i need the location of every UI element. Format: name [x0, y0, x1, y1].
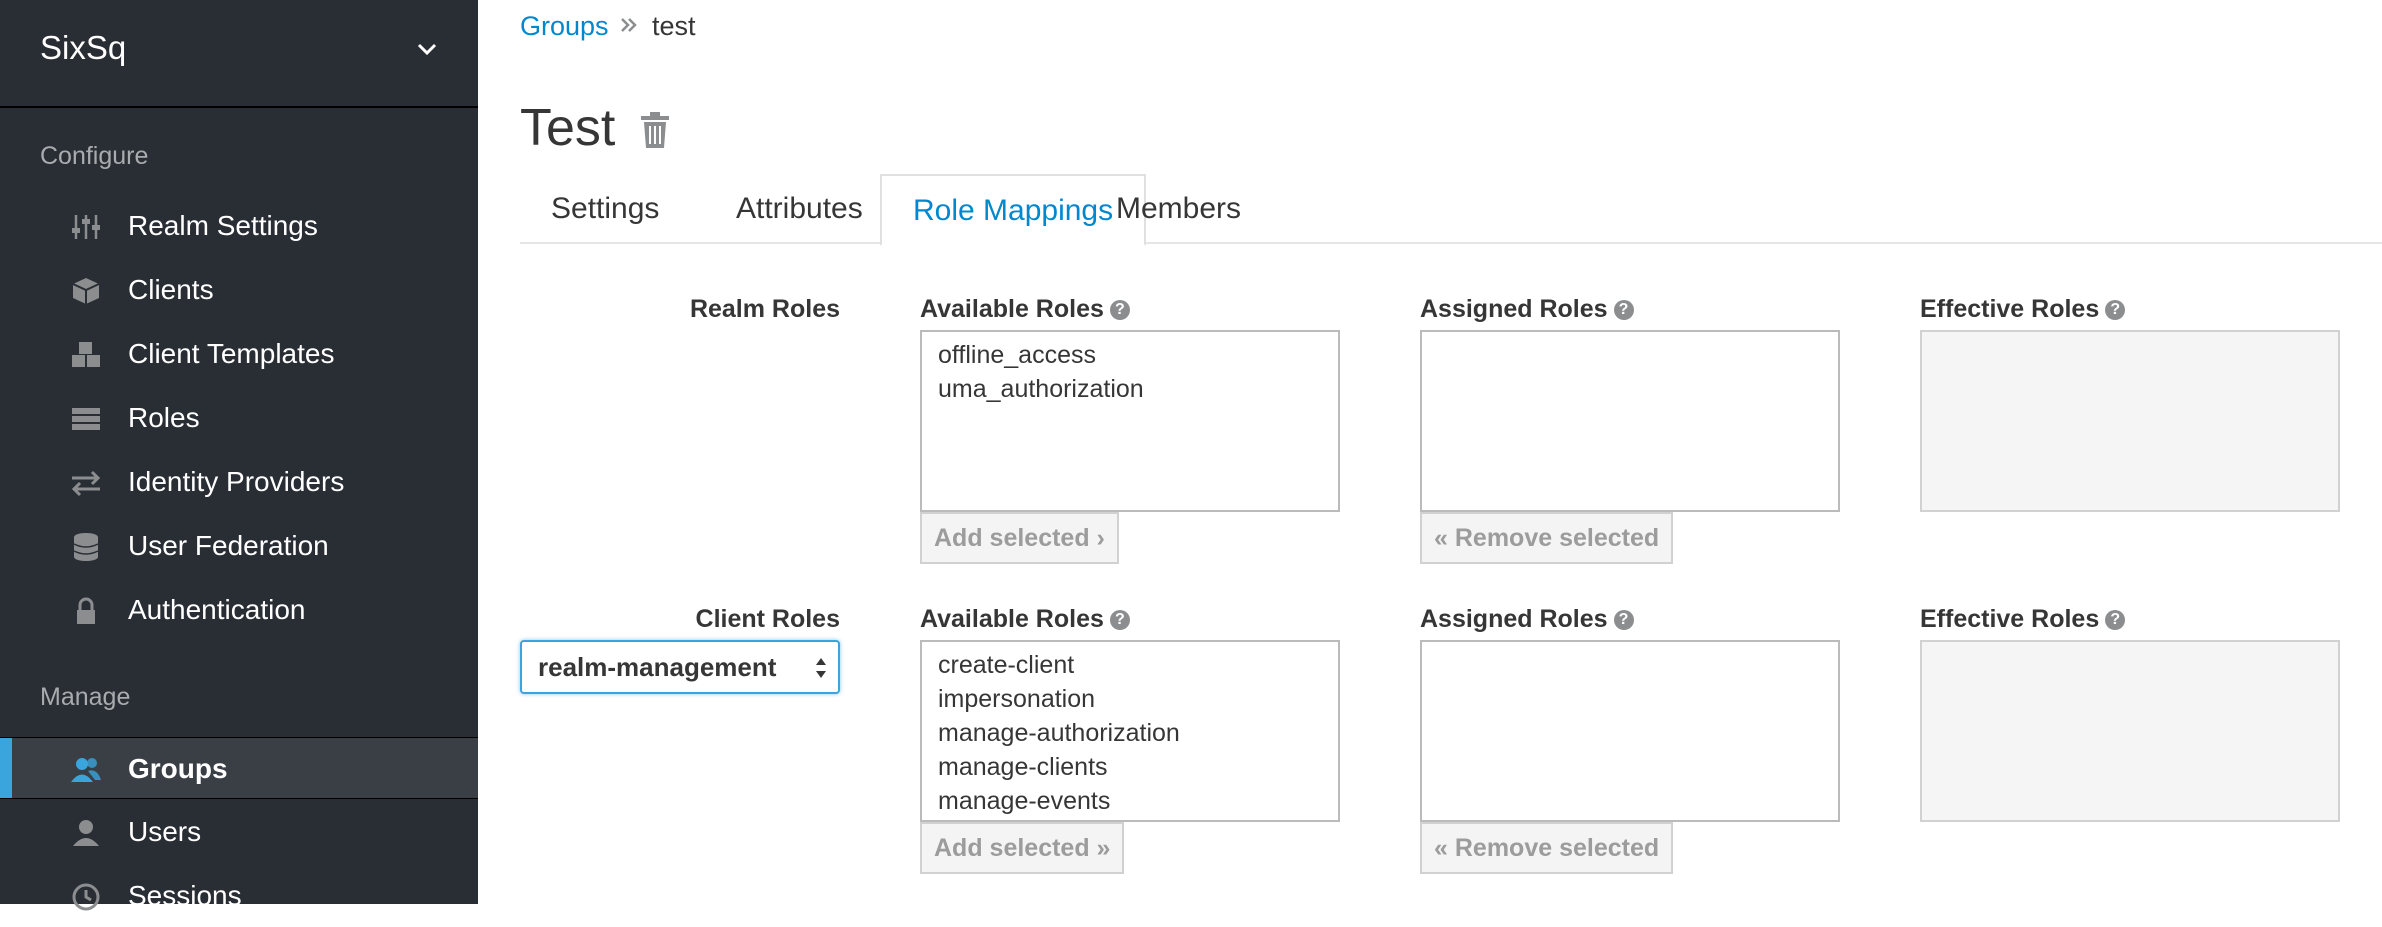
sidebar-item-label: Clients: [128, 274, 214, 305]
button-label: Remove selected: [1454, 524, 1660, 552]
sidebar-item-client-templates[interactable]: Client Templates: [0, 323, 478, 385]
realm-available-roles-list[interactable]: offline_access uma_authorization: [920, 330, 1340, 512]
client-available-roles-list[interactable]: create-client impersonation manage-autho…: [920, 640, 1340, 822]
tab-attributes[interactable]: Attributes: [705, 174, 894, 244]
button-label: Add selected: [934, 834, 1090, 862]
select-arrows-icon: [816, 658, 826, 678]
sidebar-item-label: Roles: [128, 402, 200, 433]
tab-members[interactable]: Members: [1085, 174, 1272, 244]
exchange-icon: [71, 470, 101, 497]
list-item[interactable]: create-client: [938, 648, 1322, 682]
main-content: Groups test Test Settings Attributes Rol…: [478, 0, 2382, 904]
sidebar-item-identity-providers[interactable]: Identity Providers: [0, 451, 478, 513]
list-icon: [72, 408, 100, 430]
sidebar-item-roles[interactable]: Roles: [0, 387, 478, 449]
lock-icon: [77, 597, 95, 624]
clock-icon: [72, 883, 100, 911]
user-icon: [73, 820, 99, 846]
double-chevron-right-icon: [621, 18, 637, 32]
realm-remove-selected-button[interactable]: « Remove selected: [1420, 512, 1674, 564]
help-icon[interactable]: ?: [2105, 610, 2126, 631]
heading-text: Effective Roles: [1920, 295, 2100, 323]
sidebar-item-label: Realm Settings: [128, 210, 318, 241]
list-item[interactable]: manage-events: [938, 784, 1322, 818]
heading-text: Assigned Roles: [1420, 605, 1608, 633]
list-item[interactable]: manage-clients: [938, 750, 1322, 784]
breadcrumb-groups-link[interactable]: Groups: [520, 8, 609, 44]
heading-text: Available Roles: [920, 295, 1104, 323]
list-item[interactable]: offline_access: [938, 338, 1322, 372]
heading-text: Available Roles: [920, 605, 1104, 633]
realm-effective-roles-list: [1920, 330, 2340, 512]
realm-add-selected-button[interactable]: Add selected ›: [920, 512, 1119, 564]
sidebar-item-label: Authentication: [128, 594, 306, 625]
client-effective-roles-heading: Effective Roles?: [1920, 605, 2126, 634]
sidebar-item-realm-settings[interactable]: Realm Settings: [0, 195, 478, 257]
cubes-icon: [72, 342, 100, 367]
sidebar-item-clients[interactable]: Clients: [0, 259, 478, 321]
list-item[interactable]: impersonation: [938, 682, 1322, 716]
help-icon[interactable]: ?: [1109, 610, 1130, 631]
realm-available-roles-heading: Available Roles?: [920, 295, 1130, 324]
client-effective-roles-list: [1920, 640, 2340, 822]
realm-selector[interactable]: SixSq: [0, 0, 478, 108]
configure-section-title: Configure: [40, 142, 149, 170]
client-add-selected-button[interactable]: Add selected »: [920, 822, 1125, 874]
button-label: Add selected: [934, 524, 1090, 552]
sidebar-item-authentication[interactable]: Authentication: [0, 579, 478, 641]
tab-settings[interactable]: Settings: [520, 174, 690, 244]
help-icon[interactable]: ?: [1613, 300, 1634, 321]
page-title: Test: [520, 99, 616, 157]
list-item[interactable]: uma_authorization: [938, 372, 1322, 406]
client-roles-label: Client Roles: [695, 605, 840, 633]
active-indicator: [0, 738, 12, 798]
list-item[interactable]: manage-authorization: [938, 716, 1322, 750]
cube-icon: [72, 278, 100, 304]
client-remove-selected-button[interactable]: « Remove selected: [1420, 822, 1674, 874]
realm-roles-label: Realm Roles: [689, 295, 840, 323]
sidebar-item-sessions[interactable]: Sessions: [0, 865, 478, 927]
button-label: Remove selected: [1454, 834, 1660, 862]
help-icon[interactable]: ?: [2105, 300, 2126, 321]
sidebar-item-user-federation[interactable]: User Federation: [0, 515, 478, 577]
client-select[interactable]: realm-management: [520, 640, 840, 694]
manage-section-title: Manage: [40, 683, 131, 711]
tab-bar: Settings Attributes Role Mappings Member…: [520, 174, 2382, 246]
breadcrumb-current: test: [652, 11, 696, 41]
chevron-down-icon: [417, 43, 437, 56]
sidebar-item-label: Identity Providers: [128, 466, 345, 497]
trash-icon[interactable]: [638, 110, 672, 150]
sidebar-item-label: Users: [128, 816, 202, 847]
sidebar-item-label: User Federation: [128, 530, 329, 561]
database-icon: [73, 533, 99, 561]
help-icon[interactable]: ?: [1109, 300, 1130, 321]
sidebar-item-label: Client Templates: [128, 338, 335, 369]
users-icon: [71, 758, 101, 782]
realm-effective-roles-heading: Effective Roles?: [1920, 295, 2126, 324]
sidebar-item-users[interactable]: Users: [0, 801, 478, 863]
client-assigned-roles-list[interactable]: [1420, 640, 1840, 822]
client-available-roles-heading: Available Roles?: [920, 605, 1130, 634]
realm-name: SixSq: [40, 29, 127, 66]
realm-assigned-roles-heading: Assigned Roles?: [1420, 295, 1634, 324]
sidebar-item-label: Sessions: [128, 880, 242, 911]
heading-text: Effective Roles: [1920, 605, 2100, 633]
sidebar-item-label: Groups: [128, 753, 228, 784]
realm-assigned-roles-list[interactable]: [1420, 330, 1840, 512]
sidebar: SixSq Configure Realm Settings Clients C…: [0, 0, 478, 911]
sliders-icon: [72, 215, 100, 239]
client-select-value: realm-management: [538, 652, 777, 682]
client-assigned-roles-heading: Assigned Roles?: [1420, 605, 1634, 634]
sidebar-item-groups[interactable]: Groups: [0, 737, 478, 799]
help-icon[interactable]: ?: [1613, 610, 1634, 631]
heading-text: Assigned Roles: [1420, 295, 1608, 323]
